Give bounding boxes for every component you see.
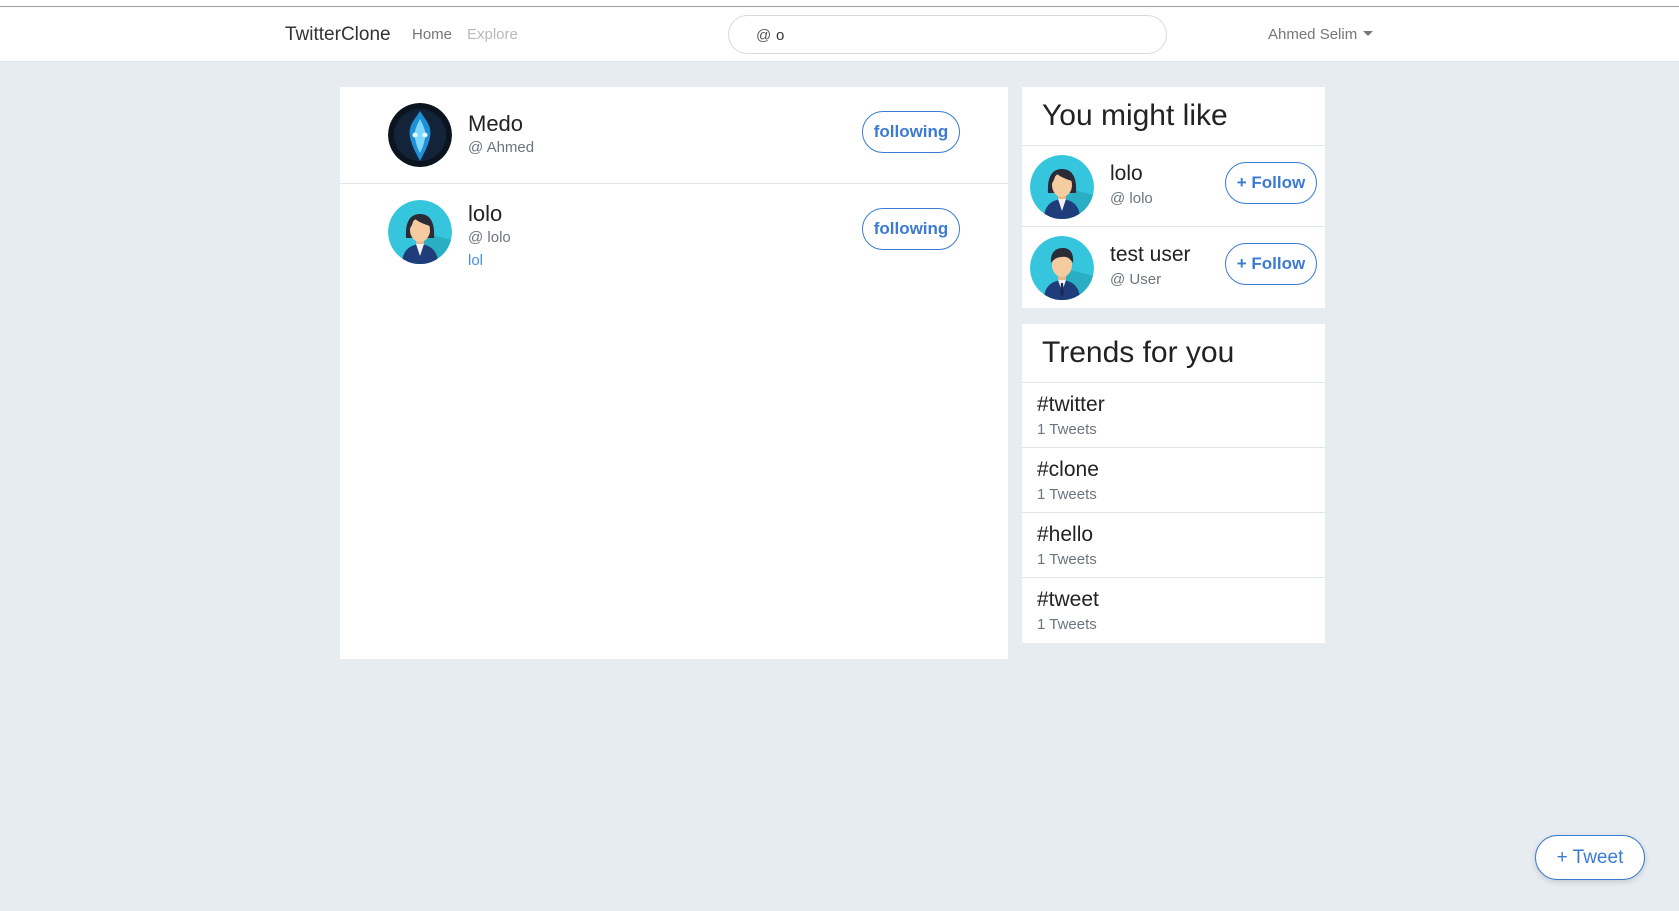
user-name[interactable]: lolo [1110, 162, 1143, 186]
suggestions-header: You might like [1022, 87, 1325, 146]
search-input[interactable] [776, 24, 1136, 46]
user-name[interactable]: lolo [468, 201, 502, 227]
nav-explore-link[interactable]: Explore [467, 26, 518, 43]
trend-hashtag[interactable]: #twitter [1037, 393, 1105, 417]
suggestion-row: test user @ User + Follow [1022, 227, 1325, 308]
user-name[interactable]: Medo [468, 111, 523, 137]
user-handle: @ lolo [1110, 190, 1153, 207]
trend-count: 1 Tweets [1037, 421, 1097, 438]
trend-item[interactable]: #clone 1 Tweets [1022, 448, 1325, 513]
suggestions-card: You might like lolo @ lolo + Follow test… [1022, 87, 1325, 308]
suggestion-row: lolo @ lolo + Follow [1022, 146, 1325, 227]
follow-button[interactable]: + Follow [1225, 162, 1317, 204]
trends-header: Trends for you [1022, 324, 1325, 383]
avatar[interactable] [1030, 236, 1094, 300]
search-box[interactable]: @ [728, 15, 1167, 54]
avatar[interactable] [388, 103, 452, 167]
trend-item[interactable]: #twitter 1 Tweets [1022, 383, 1325, 448]
user-row: lolo @ lolo lol following [340, 184, 1008, 281]
user-name: Ahmed Selim [1268, 26, 1358, 43]
trend-hashtag[interactable]: #clone [1037, 458, 1099, 482]
follow-button[interactable]: + Follow [1225, 243, 1317, 285]
user-row: Medo @ Ahmed following [340, 87, 1008, 184]
trend-hashtag[interactable]: #tweet [1037, 588, 1099, 612]
chevron-down-icon [1363, 31, 1374, 36]
trend-count: 1 Tweets [1037, 616, 1097, 633]
trend-hashtag[interactable]: #hello [1037, 523, 1093, 547]
trend-item[interactable]: #tweet 1 Tweets [1022, 578, 1325, 643]
user-bio: lol [468, 252, 484, 269]
trend-count: 1 Tweets [1037, 551, 1097, 568]
user-handle: @ lolo [468, 229, 511, 246]
following-list-card: Medo @ Ahmed following lolo @ lolo lol f… [340, 87, 1008, 659]
avatar[interactable] [388, 200, 452, 264]
new-tweet-button[interactable]: + Tweet [1535, 835, 1645, 880]
trends-card: Trends for you #twitter 1 Tweets #clone … [1022, 324, 1325, 643]
following-button[interactable]: following [862, 208, 960, 250]
search-at-prefix: @ [756, 27, 772, 44]
trend-item[interactable]: #hello 1 Tweets [1022, 513, 1325, 578]
trends-title: Trends for you [1042, 336, 1235, 369]
trend-count: 1 Tweets [1037, 486, 1097, 503]
user-handle: @ User [1110, 271, 1162, 288]
following-button[interactable]: following [862, 111, 960, 153]
user-handle: @ Ahmed [468, 139, 535, 156]
top-navbar: TwitterClone Home Explore @ Ahmed Selim [0, 7, 1679, 62]
user-menu-dropdown[interactable]: Ahmed Selim [1268, 26, 1374, 43]
brand-logo[interactable]: TwitterClone [285, 24, 391, 46]
suggestions-title: You might like [1042, 99, 1228, 132]
window-top-border [0, 0, 1679, 7]
user-name[interactable]: test user [1110, 243, 1191, 267]
nav-home-link[interactable]: Home [412, 26, 452, 43]
avatar[interactable] [1030, 155, 1094, 219]
